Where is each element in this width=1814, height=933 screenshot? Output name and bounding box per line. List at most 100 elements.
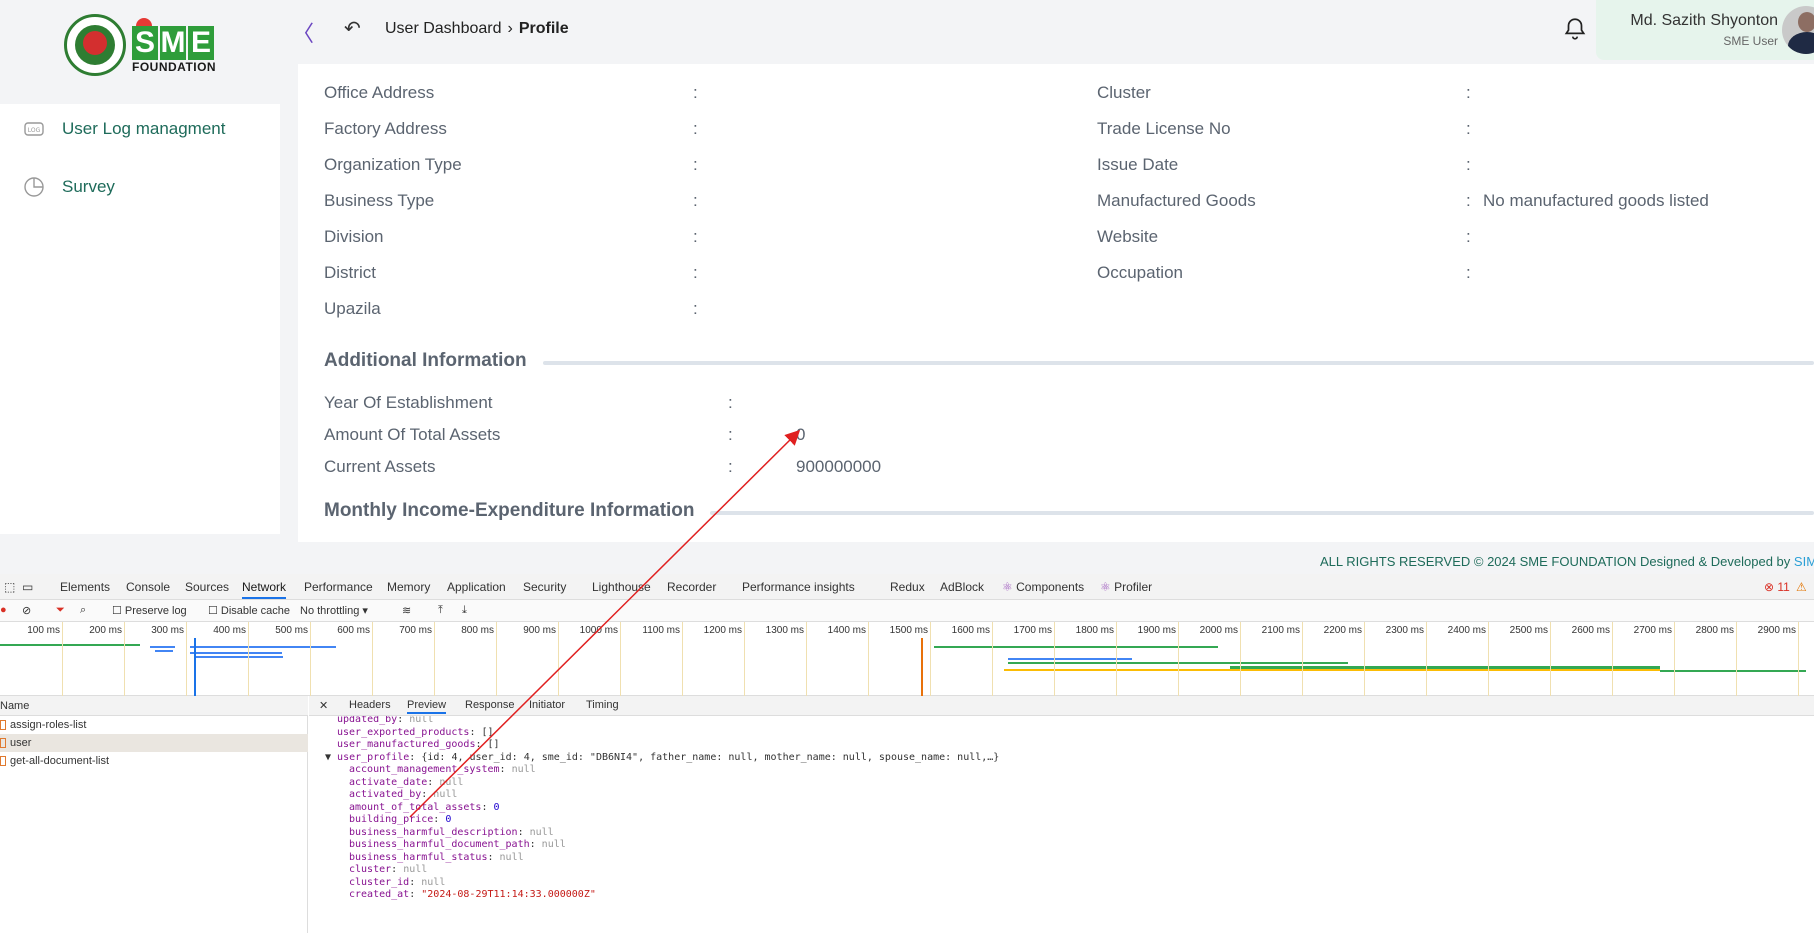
tab-console[interactable]: Console bbox=[126, 580, 170, 594]
timeline-tick bbox=[868, 622, 869, 696]
additional-info-title: Additional Information bbox=[324, 350, 527, 371]
json-line[interactable]: building_price: 0 bbox=[349, 814, 451, 825]
tab-memory[interactable]: Memory bbox=[387, 580, 430, 594]
request-row[interactable]: assign-roles-list bbox=[0, 716, 308, 734]
avatar[interactable] bbox=[1782, 6, 1814, 54]
json-line[interactable]: ▼ user_profile: {id: 4, user_id: 4, sme_… bbox=[325, 751, 1000, 763]
tab-performance-insights[interactable]: Performance insights bbox=[742, 580, 855, 594]
user-profile-card[interactable]: Md. Sazith Shyonton SME User bbox=[1596, 0, 1814, 60]
close-icon[interactable]: ✕ bbox=[319, 699, 328, 712]
request-detail: ✕ Headers Preview Response Initiator Tim… bbox=[309, 696, 1814, 933]
json-line[interactable]: activate_date: null bbox=[349, 777, 463, 788]
request-name: assign-roles-list bbox=[10, 719, 87, 731]
tab-initiator[interactable]: Initiator bbox=[529, 699, 565, 711]
tab-adblock[interactable]: AdBlock bbox=[940, 580, 984, 594]
json-line[interactable]: cluster_id: null bbox=[349, 877, 445, 888]
footer: ALL RIGHTS RESERVED © 2024 SME FOUNDATIO… bbox=[0, 548, 1814, 574]
filter-icon[interactable]: ⏷ bbox=[56, 604, 65, 617]
field-label-issue-date: Issue Date bbox=[1097, 155, 1179, 174]
json-line[interactable]: user_exported_products: [] bbox=[337, 727, 494, 738]
json-line[interactable]: activated_by: null bbox=[349, 789, 457, 800]
timeline-tick bbox=[930, 622, 931, 696]
tab-lighthouse[interactable]: Lighthouse bbox=[592, 580, 651, 594]
request-row[interactable]: user bbox=[0, 734, 308, 752]
tab-application[interactable]: Application bbox=[447, 580, 506, 594]
json-value: {id: 4, user_id: 4, sme_id: "DB6NI4", fa… bbox=[421, 751, 1000, 763]
network-timeline[interactable]: 100 ms 200 ms 300 ms 400 ms 500 ms 600 ms 700 … bbox=[0, 622, 1814, 696]
notification-bell-icon[interactable] bbox=[1562, 16, 1588, 42]
tab-preview[interactable]: Preview bbox=[407, 699, 447, 714]
tab-timing[interactable]: Timing bbox=[586, 699, 619, 711]
profile-content: Office Address Factory Address Organizat… bbox=[298, 64, 1814, 542]
tab-redux[interactable]: Redux bbox=[890, 580, 925, 594]
json-line[interactable]: user_manufactured_goods: [] bbox=[337, 739, 500, 750]
tab-response[interactable]: Response bbox=[465, 699, 515, 711]
error-count: 11 bbox=[1777, 580, 1790, 594]
timeline-tick-label: 1500 ms bbox=[889, 625, 928, 636]
breadcrumb-current: Profile bbox=[518, 20, 569, 37]
field-value-current-assets: 900000000 bbox=[796, 457, 882, 476]
request-row[interactable]: get-all-document-list bbox=[0, 752, 308, 770]
tab-sources[interactable]: Sources bbox=[185, 580, 229, 594]
import-har-icon[interactable]: ⤒ bbox=[438, 604, 443, 617]
tab-recorder[interactable]: Recorder bbox=[667, 580, 716, 594]
network-conditions-icon[interactable]: ≋ bbox=[402, 604, 411, 617]
field-label-business-type: Business Type bbox=[324, 191, 435, 210]
tab-security[interactable]: Security bbox=[523, 580, 566, 594]
breadcrumb-parent[interactable]: User Dashboard bbox=[385, 20, 502, 37]
json-line[interactable]: account_management_system: null bbox=[349, 764, 536, 775]
sidebar-item-user-log[interactable]: LOG User Log managment bbox=[22, 114, 225, 144]
json-line[interactable]: business_harmful_description: null bbox=[349, 827, 554, 838]
tab-profiler[interactable]: ⚛ Profiler bbox=[1100, 580, 1152, 594]
timeline-tick bbox=[620, 622, 621, 696]
timeline-tick bbox=[124, 622, 125, 696]
tab-elements[interactable]: Elements bbox=[60, 580, 110, 594]
timeline-marker bbox=[194, 638, 196, 696]
warning-icon[interactable]: ⚠ bbox=[1796, 580, 1807, 594]
tab-components[interactable]: ⚛ Components bbox=[1002, 580, 1084, 594]
error-count-badge[interactable]: ⊗ 11 bbox=[1764, 580, 1790, 594]
search-icon[interactable]: ⌕ bbox=[80, 604, 86, 617]
tab-performance[interactable]: Performance bbox=[304, 580, 373, 594]
sme-foundation-logo[interactable]: S M E FOUNDATION bbox=[64, 14, 224, 76]
timeline-bar bbox=[1004, 669, 1660, 671]
device-toolbar-icon[interactable]: ▭ bbox=[22, 580, 33, 594]
back-arrow-icon[interactable]: ↶ bbox=[344, 16, 361, 41]
throttling-value: No throttling bbox=[300, 605, 360, 617]
preserve-log-checkbox[interactable]: ☐ Preserve log bbox=[112, 604, 187, 617]
json-line[interactable]: created_at: "2024-08-29T11:14:33.000000Z… bbox=[349, 889, 596, 900]
timeline-tick bbox=[1674, 622, 1675, 696]
tab-headers[interactable]: Headers bbox=[349, 699, 391, 711]
sidebar-item-survey[interactable]: Survey bbox=[22, 172, 115, 202]
json-line[interactable]: business_harmful_status: null bbox=[349, 852, 524, 863]
field-label-total-assets: Amount Of Total Assets bbox=[324, 425, 501, 444]
timeline-tick-label: 1300 ms bbox=[765, 625, 804, 636]
json-line[interactable]: business_harmful_document_path: null bbox=[349, 839, 566, 850]
json-preview[interactable]: updated_by: null user_exported_products: … bbox=[309, 716, 1814, 933]
json-line[interactable]: updated_by: null bbox=[337, 716, 433, 725]
expand-triangle-icon[interactable]: ▼ bbox=[325, 752, 337, 763]
column-header-name[interactable]: Name bbox=[0, 696, 308, 716]
clear-icon[interactable]: ⊘ bbox=[22, 604, 31, 617]
inspect-element-icon[interactable]: ⬚ bbox=[4, 580, 15, 594]
json-key: business_harmful_document_path bbox=[349, 839, 530, 850]
throttling-select[interactable]: No throttling ▾ bbox=[300, 604, 368, 617]
sidebar-item-label: Survey bbox=[62, 177, 115, 196]
footer-developer-link[interactable]: SIMEC bbox=[1794, 554, 1814, 569]
tab-profiler-label: Profiler bbox=[1114, 580, 1153, 594]
json-line[interactable]: cluster: null bbox=[349, 864, 427, 875]
preserve-log-label: Preserve log bbox=[124, 605, 187, 617]
json-line[interactable]: amount_of_total_assets: 0 bbox=[349, 802, 500, 813]
section-divider bbox=[543, 361, 1814, 365]
json-value: null bbox=[403, 864, 428, 875]
record-icon[interactable]: ● bbox=[0, 604, 7, 616]
field-colon: : bbox=[728, 457, 733, 476]
timeline-tick bbox=[1426, 622, 1427, 696]
timeline-tick bbox=[1736, 622, 1737, 696]
export-har-icon[interactable]: ⤓ bbox=[462, 604, 467, 617]
json-value: null bbox=[433, 789, 458, 800]
tab-network[interactable]: Network bbox=[242, 580, 287, 599]
timeline-tick bbox=[1178, 622, 1179, 696]
collapse-sidebar-icon[interactable]: 〈 bbox=[292, 16, 314, 48]
disable-cache-checkbox[interactable]: ☐ Disable cache bbox=[208, 604, 290, 617]
